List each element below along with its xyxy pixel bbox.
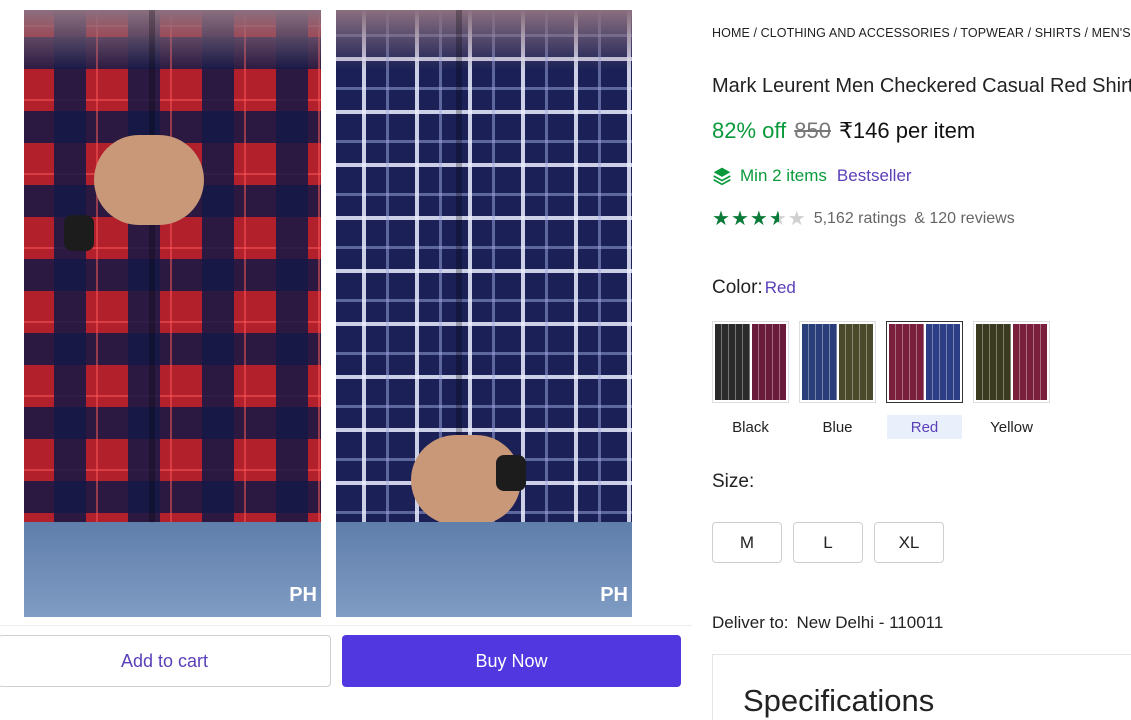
star-icon: ★ — [712, 208, 730, 230]
delivery-label: Deliver to: — [712, 613, 789, 632]
product-info: HOME / CLOTHING AND ACCESSORIES / TOPWEA… — [712, 0, 1131, 720]
color-thumbnail[interactable] — [799, 321, 876, 403]
star-icon: ★ — [749, 208, 768, 230]
size-option-l[interactable]: L — [793, 522, 863, 563]
delivery-location: New Delhi - 110011 — [796, 613, 944, 632]
watermark-logo: PH — [600, 584, 628, 606]
cta-bar: Add to cart Buy Now — [0, 625, 692, 720]
color-option-red[interactable]: Red — [886, 321, 963, 439]
delivery-row[interactable]: Deliver to: New Delhi - 110011 — [712, 613, 943, 633]
layers-icon — [713, 167, 731, 186]
bestseller-badge: Bestseller — [836, 166, 912, 185]
original-price: 850 — [794, 118, 831, 143]
hand-image — [94, 135, 204, 225]
color-option-label: Yellow — [990, 418, 1033, 436]
selected-color: Red — [764, 278, 796, 297]
color-option-black[interactable]: Black — [712, 321, 789, 439]
specifications-title: Specifications — [743, 683, 935, 718]
add-to-cart-button[interactable]: Add to cart — [0, 635, 331, 687]
color-option-label: Blue — [822, 418, 853, 436]
color-option-yellow[interactable]: Yellow — [973, 321, 1050, 439]
reviews-count: & 120 reviews — [914, 210, 1015, 227]
watch-image — [64, 215, 94, 251]
star-rating: ★ ★ ★ ★ ★ — [712, 209, 806, 229]
product-title: Mark Leurent Men Checkered Casual Red Sh… — [712, 75, 1131, 97]
color-option-label: Red — [887, 415, 962, 439]
size-label: Size: — [712, 471, 755, 492]
discount-text: 82% off — [712, 118, 787, 143]
breadcrumb[interactable]: HOME / CLOTHING AND ACCESSORIES / TOPWEA… — [712, 26, 1131, 40]
rating-row[interactable]: ★ ★ ★ ★ ★ 5,162 ratings & 120 reviews — [712, 209, 1015, 229]
color-option-blue[interactable]: Blue — [799, 321, 876, 439]
size-option-xl[interactable]: XL — [874, 522, 944, 563]
watermark-logo: PH — [289, 584, 317, 606]
ratings-count: 5,162 ratings — [813, 210, 907, 227]
star-outline-icon: ★ — [787, 208, 806, 230]
color-thumbnail[interactable] — [712, 321, 789, 403]
color-thumbnail[interactable] — [886, 321, 963, 403]
color-label: Color: Red — [712, 277, 796, 298]
product-image-blue[interactable]: PH — [336, 10, 632, 617]
color-swatches: Black Blue Red Yellow — [712, 321, 1050, 439]
product-image-red[interactable]: PH — [24, 10, 321, 617]
size-option-m[interactable]: M — [712, 522, 782, 563]
color-option-label: Black — [732, 418, 769, 436]
sale-price: ₹146 per item — [838, 118, 976, 143]
buy-now-button[interactable]: Buy Now — [342, 635, 681, 687]
min-items-text: Min 2 items — [740, 166, 827, 185]
size-options: M L XL — [712, 522, 944, 563]
min-items-row: Min 2 items Bestseller — [712, 166, 912, 186]
half-star-icon: ★ — [768, 208, 787, 230]
star-icon: ★ — [730, 208, 749, 230]
product-gallery: PH PH — [0, 0, 692, 625]
specifications-section: Specifications — [712, 654, 1131, 720]
watch-image — [496, 455, 526, 491]
price-row: 82% off 850 ₹146 per item — [712, 118, 975, 144]
color-thumbnail[interactable] — [973, 321, 1050, 403]
